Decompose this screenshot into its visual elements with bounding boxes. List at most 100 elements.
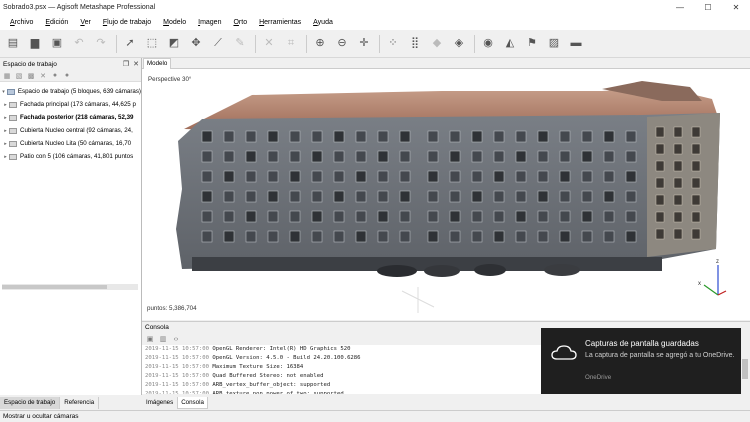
workspace-root[interactable]: ▾ Espacio de trabajo (5 bloques, 639 cám… [0, 85, 141, 98]
expand-icon[interactable]: ▸ [2, 154, 9, 160]
navigation-icon[interactable]: ➚ [120, 34, 140, 54]
expand-icon[interactable]: ▾ [0, 89, 7, 95]
window [603, 210, 615, 223]
redo-icon[interactable]: ↷ [91, 34, 111, 54]
flag-icon[interactable]: ⚑ [522, 34, 542, 54]
window [377, 210, 389, 223]
add-folder-icon[interactable]: ▩ [26, 71, 36, 81]
expand-icon[interactable]: ▸ [2, 141, 9, 147]
window [537, 130, 549, 143]
window [673, 211, 683, 223]
window [333, 210, 345, 223]
window [515, 210, 527, 223]
window [655, 177, 665, 189]
shape-icon[interactable]: ◭ [500, 34, 520, 54]
tab-modelo[interactable]: Modelo [143, 58, 172, 69]
tab-imagenes[interactable]: Imágenes [143, 397, 176, 409]
window [377, 170, 389, 183]
window [427, 190, 439, 203]
chunk-item[interactable]: ▸ Fachada posterior (218 cámaras, 52,39 [0, 111, 141, 124]
clear-log-icon[interactable]: ▥ [158, 334, 168, 344]
menu-archivo[interactable]: Archivo [4, 19, 39, 26]
chunk-item[interactable]: ▸ Fachada principal (173 cámaras, 44,625 … [0, 98, 141, 111]
disable-icon[interactable]: ● [62, 71, 72, 81]
chunk-item[interactable]: ▸ Cubierta Nucleo central (92 cámaras, 24… [0, 124, 141, 137]
image-icon[interactable]: ▨ [544, 34, 564, 54]
menu-modelo[interactable]: Modelo [157, 19, 192, 26]
window [245, 190, 257, 203]
camera-icon[interactable]: ◉ [478, 34, 498, 54]
window [245, 130, 257, 143]
menu-ver[interactable]: Ver [74, 19, 97, 26]
scrollbar-thumb[interactable] [2, 285, 107, 289]
maximize-button[interactable]: ☐ [694, 0, 722, 15]
execute-script-icon[interactable]: ‹› [171, 334, 181, 344]
expand-icon[interactable]: ▸ [2, 102, 9, 108]
menu-flujo-de-trabajo[interactable]: Flujo de trabajo [97, 19, 157, 26]
close-button[interactable]: ✕ [722, 0, 750, 15]
model-viewport[interactable]: z x Perspective 30° puntos: 5,386,704 [142, 69, 750, 320]
close-panel-icon[interactable]: ✕ [131, 60, 141, 68]
window [399, 150, 411, 163]
window [311, 170, 323, 183]
window [603, 170, 615, 183]
chunk-item[interactable]: ▸ Patio con 5 (106 cámaras, 41,801 puntos [0, 150, 141, 163]
float-panel-icon[interactable]: ❐ [121, 60, 131, 68]
menu-imagen[interactable]: Imagen [192, 19, 227, 26]
save-log-icon[interactable]: ▣ [145, 334, 155, 344]
points-count: puntos: 5,386,704 [147, 305, 197, 312]
dense-cloud-icon[interactable]: ⣿ [405, 34, 425, 54]
console-vertical-scrollbar[interactable] [740, 345, 750, 394]
window [333, 130, 345, 143]
reset-view-icon[interactable]: ✛ [354, 34, 374, 54]
zoom-in-icon[interactable]: ⊕ [310, 34, 330, 54]
tab-referencia[interactable]: Referencia [60, 397, 100, 409]
workspace-title: Espacio de trabajo [3, 60, 57, 68]
menu-ayuda[interactable]: Ayuda [307, 19, 339, 26]
main-toolbar: ▤ ▆ ▣ ↶ ↷ ➚ ⬚ ◩ ✥ ⟋ ✎ ✕ ⌗ ⊕ ⊖ ✛ ⁘ ⣿ ◆ ◈ ◉ ◭ ⚑ ▨ ▬ [0, 30, 750, 58]
menu-herramientas[interactable]: Herramientas [253, 19, 307, 26]
expand-icon[interactable]: ▸ [2, 128, 9, 134]
draw-icon[interactable]: ✎ [230, 34, 250, 54]
window [355, 190, 367, 203]
window [355, 130, 367, 143]
window [581, 190, 593, 203]
tab-consola[interactable]: Consola [177, 397, 208, 409]
move-region-icon[interactable]: ✥ [186, 34, 206, 54]
workspace-horizontal-scrollbar[interactable] [2, 284, 138, 290]
add-photos-icon[interactable]: ▧ [14, 71, 24, 81]
open-icon[interactable]: ▆ [25, 34, 45, 54]
remove-item-icon[interactable]: ✕ [38, 71, 48, 81]
disk-icon[interactable]: ▬ [566, 34, 586, 54]
rectangle-selection-icon[interactable]: ⬚ [142, 34, 162, 54]
expand-icon[interactable]: ▸ [2, 115, 9, 121]
window [581, 230, 593, 243]
delete-icon[interactable]: ✕ [259, 34, 279, 54]
scrollbar-thumb[interactable] [742, 359, 748, 379]
crop-icon[interactable]: ⌗ [281, 34, 301, 54]
point-cloud-icon[interactable]: ⁘ [383, 34, 403, 54]
tiled-model-icon[interactable]: ◈ [449, 34, 469, 54]
window [603, 230, 615, 243]
onedrive-notification[interactable]: Capturas de pantalla guardadas La captur… [541, 328, 741, 394]
log-timestamp: 2019-11-15 10:57:00 [145, 355, 213, 361]
resize-region-icon[interactable]: ◩ [164, 34, 184, 54]
window [311, 230, 323, 243]
window [333, 170, 345, 183]
minimize-button[interactable]: — [666, 0, 694, 15]
menu-edicion[interactable]: Edición [39, 19, 74, 26]
add-chunk-icon[interactable]: ▦ [2, 71, 12, 81]
chunk-item[interactable]: ▸ Cubierta Nucleo Lita (50 cámaras, 16,70 [0, 137, 141, 150]
tab-espacio-de-trabajo[interactable]: Espacio de trabajo [0, 397, 61, 409]
menu-orto[interactable]: Orto [227, 19, 253, 26]
mesh-icon[interactable]: ◆ [427, 34, 447, 54]
axis-gizmo [703, 265, 727, 296]
new-icon[interactable]: ▤ [3, 34, 23, 54]
window-title: Sobrado3.psx — Agisoft Metashape Profess… [3, 4, 156, 11]
ruler-icon[interactable]: ⟋ [208, 34, 228, 54]
save-icon[interactable]: ▣ [47, 34, 67, 54]
undo-icon[interactable]: ↶ [69, 34, 89, 54]
window [289, 150, 301, 163]
zoom-out-icon[interactable]: ⊖ [332, 34, 352, 54]
enable-icon[interactable]: ● [50, 71, 60, 81]
